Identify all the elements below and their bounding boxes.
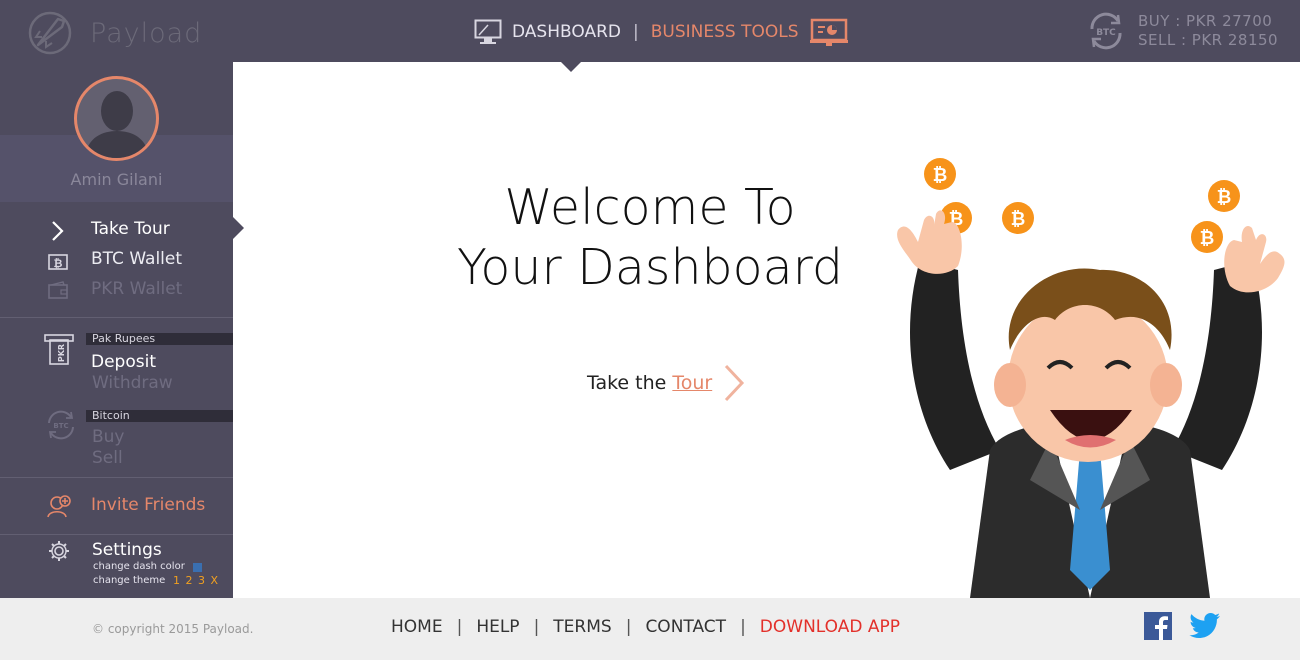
sidebar: Amin Gilani Take Tour ₿ BTC Wallet PKR W… xyxy=(0,62,233,598)
top-nav: DASHBOARD | BUSINESS TOOLS xyxy=(474,18,849,46)
presentation-chart-icon[interactable] xyxy=(810,18,849,46)
bitcoin-coin-icon: ₿ xyxy=(1191,221,1223,253)
sidebar-item-take-tour[interactable]: Take Tour xyxy=(91,219,170,239)
svg-text:₿: ₿ xyxy=(1011,209,1026,230)
pkr-atm-icon: PKR xyxy=(44,334,74,365)
tour-prefix: Take the xyxy=(587,372,667,394)
footer-separator: | xyxy=(625,617,632,637)
invite-friends-icon xyxy=(47,495,71,518)
pkr-atm-label: PKR xyxy=(57,344,66,362)
sidebar-item-invite-friends[interactable]: Invite Friends xyxy=(91,495,205,515)
sidebar-item-withdraw[interactable]: Withdraw xyxy=(92,373,173,393)
footer-link-terms[interactable]: TERMS xyxy=(553,617,611,637)
brand-logo[interactable]: Payload xyxy=(28,11,202,55)
footer-separator: | xyxy=(740,617,746,637)
btc-rates: BTC BUY : PKR 27700 SELL : PKR 28150 xyxy=(1086,11,1278,51)
footer-separator: | xyxy=(533,617,540,637)
svg-text:₿: ₿ xyxy=(1217,187,1232,208)
sidebar-item-buy[interactable]: Buy xyxy=(92,427,125,447)
sidebar-divider xyxy=(0,317,233,318)
profile-panel: Amin Gilani xyxy=(0,62,233,202)
tour-link[interactable]: Tour xyxy=(672,372,712,394)
change-theme-label: change theme xyxy=(93,575,166,586)
rocket-logo-icon xyxy=(28,11,72,55)
svg-text:₿: ₿ xyxy=(54,257,63,270)
gear-icon xyxy=(49,541,69,561)
nav-business-tools[interactable]: BUSINESS TOOLS xyxy=(651,22,799,42)
chevron-right-icon[interactable] xyxy=(722,364,746,402)
sidebar-item-sell[interactable]: Sell xyxy=(92,448,123,468)
sidebar-item-deposit[interactable]: Deposit xyxy=(91,352,156,372)
wallet-icon xyxy=(48,281,68,299)
sidebar-item-pkr-wallet[interactable]: PKR Wallet xyxy=(91,279,182,299)
monitor-icon xyxy=(474,19,502,44)
btc-exchange-label: BTC xyxy=(1096,28,1116,38)
welcome-line-1: Welcome To xyxy=(504,179,796,236)
svg-text:₿: ₿ xyxy=(1200,228,1215,249)
buy-rate: BUY : PKR 27700 xyxy=(1138,12,1273,30)
dash-color-swatch[interactable] xyxy=(193,563,202,572)
rate-lines: BUY : PKR 27700 SELL : PKR 28150 xyxy=(1138,12,1278,50)
copyright: © copyright 2015 Payload. xyxy=(92,622,254,636)
svg-text:₿: ₿ xyxy=(933,165,948,186)
btc-exchange-icon: BTC xyxy=(1090,12,1122,50)
nav-dashboard[interactable]: DASHBOARD xyxy=(512,22,621,42)
change-dash-color-label: change dash color xyxy=(93,561,185,572)
take-tour-active-notch xyxy=(233,217,244,239)
group-label-bitcoin: Bitcoin xyxy=(86,410,233,422)
footer-link-help[interactable]: HELP xyxy=(476,617,519,637)
welcome-line-2: Your Dashboard xyxy=(456,239,844,296)
sidebar-divider xyxy=(0,534,233,535)
sell-rate: SELL : PKR 28150 xyxy=(1138,31,1279,49)
chevron-right-icon xyxy=(52,221,64,241)
footer-link-contact[interactable]: CONTACT xyxy=(645,617,726,637)
take-the-tour: Take the Tour xyxy=(587,364,746,402)
btc-wallet-icon: ₿ xyxy=(48,254,68,270)
sidebar-item-btc-wallet[interactable]: BTC Wallet xyxy=(91,249,182,269)
footer-separator: | xyxy=(456,617,463,637)
dashboard-active-notch xyxy=(561,62,581,72)
user-silhouette-icon xyxy=(85,91,149,158)
sidebar-item-settings[interactable]: Settings xyxy=(92,540,162,560)
twitter-icon[interactable] xyxy=(1189,613,1221,639)
btc-cycle-icon: BTC xyxy=(48,410,74,440)
avatar[interactable] xyxy=(74,76,159,161)
username: Amin Gilani xyxy=(70,170,163,189)
top-header: Payload DASHBOARD | BUSINESS TOOLS BTC B… xyxy=(0,0,1300,62)
btc-cycle-label: BTC xyxy=(53,422,68,430)
bitcoin-coin-icon: ₿ xyxy=(1002,202,1034,234)
happy-businessman-illustration: ₿ ₿ ₿ ₿ ₿ xyxy=(897,158,1285,598)
footer-nav: HOME | HELP | TERMS | CONTACT | DOWNLOAD… xyxy=(391,617,900,637)
welcome-heading: Welcome To Your Dashboard xyxy=(440,178,860,298)
sidebar-divider xyxy=(0,477,233,478)
bitcoin-coin-icon: ₿ xyxy=(1208,180,1240,212)
group-label-pak-rupees: Pak Rupees xyxy=(86,333,233,345)
footer: © copyright 2015 Payload. HOME | HELP | … xyxy=(0,598,1300,660)
footer-link-home[interactable]: HOME xyxy=(391,617,443,637)
brand-name: Payload xyxy=(90,17,203,49)
theme-options[interactable]: 1 2 3 X xyxy=(173,574,219,587)
footer-link-download-app[interactable]: DOWNLOAD APP xyxy=(760,617,900,637)
bitcoin-coin-icon: ₿ xyxy=(924,158,956,190)
nav-separator: | xyxy=(632,22,639,42)
facebook-icon[interactable] xyxy=(1144,612,1172,640)
